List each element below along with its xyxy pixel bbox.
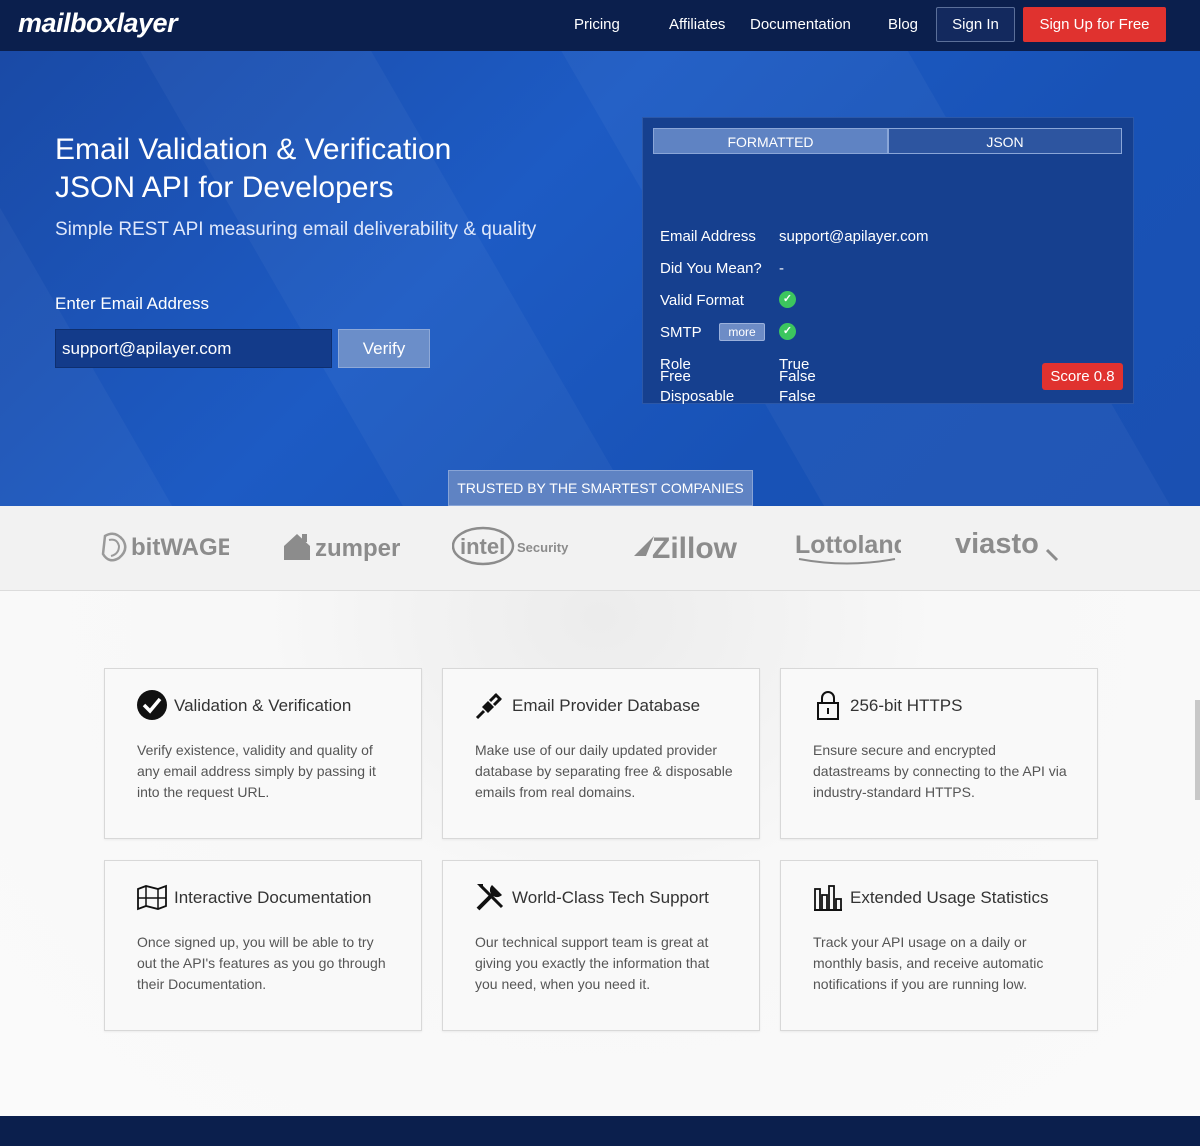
viasto-logo: viasto <box>955 526 1063 571</box>
feature-text: Ensure secure and encrypted datastreams … <box>813 742 1067 800</box>
logo[interactable]: mailboxlayer <box>18 8 178 39</box>
plug-icon <box>475 693 502 720</box>
feature-title: World-Class Tech Support <box>512 888 709 907</box>
nav-link-blog[interactable]: Blog <box>888 16 918 33</box>
feature-title: Email Provider Database <box>512 696 701 715</box>
footer <box>0 1116 1200 1146</box>
intel-security-logo: intel Security <box>451 524 582 573</box>
intel-text: intel <box>460 534 505 559</box>
result-label: Free <box>660 368 691 385</box>
tools-icon <box>476 883 504 911</box>
viasto-text: viasto <box>955 528 1039 560</box>
email-label: Enter Email Address <box>55 294 210 313</box>
feature-card: Email Provider Database Make use of our … <box>442 668 760 839</box>
feature-card: 256-bit HTTPS Ensure secure and encrypte… <box>780 668 1098 839</box>
nav-link-documentation[interactable]: Documentation <box>750 16 851 33</box>
check-circle-icon <box>137 690 167 720</box>
hero-title: Email Validation & Verification JSON API… <box>55 131 595 207</box>
nav-link-pricing[interactable]: Pricing <box>574 16 620 33</box>
feature-title: Validation & Verification <box>174 696 352 715</box>
feature-title: 256-bit HTTPS <box>850 696 963 715</box>
feature-card: Validation & Verification Verify existen… <box>104 668 422 839</box>
feature-text: Make use of our daily updated provider d… <box>475 742 733 800</box>
bar-chart-icon <box>814 885 842 911</box>
scrollbar[interactable] <box>1195 700 1200 800</box>
bitwage-logo: bitWAGE <box>101 530 234 567</box>
trusted-banner: TRUSTED BY THE SMARTEST COMPANIES <box>448 470 753 506</box>
feature-text: Once signed up, you will be able to try … <box>137 934 386 992</box>
feature-title: Extended Usage Statistics <box>850 888 1049 907</box>
result-panel-overlay <box>642 117 1134 404</box>
feature-text: Verify existence, validity and quality o… <box>137 742 376 800</box>
sign-in-button[interactable]: Sign In <box>936 7 1015 42</box>
email-input[interactable] <box>55 329 332 368</box>
security-text: Security <box>517 540 569 555</box>
zillow-logo: Zillow <box>632 528 744 569</box>
lock-icon <box>817 691 839 720</box>
bitwage-text: bitWAGE <box>131 534 229 561</box>
feature-title: Interactive Documentation <box>174 888 372 907</box>
sign-up-button[interactable]: Sign Up for Free <box>1023 7 1166 42</box>
score-badge: Score 0.8 <box>1042 363 1123 390</box>
feature-text: Track your API usage on a daily or month… <box>813 934 1044 992</box>
top-navbar: mailboxlayer Pricing Affiliates Document… <box>0 0 1200 51</box>
feature-text: Our technical support team is great at g… <box>475 934 710 992</box>
hero-title-line2: JSON API for Developers <box>55 171 394 204</box>
feature-card: World-Class Tech Support Our technical s… <box>442 860 760 1031</box>
verify-button[interactable]: Verify <box>338 329 430 368</box>
result-value: False <box>779 368 816 385</box>
zillow-text: Zillow <box>652 532 738 564</box>
lottoland-text: Lottoland <box>795 531 901 559</box>
feature-card: Interactive Documentation Once signed up… <box>104 860 422 1031</box>
hero-title-line1: Email Validation & Verification <box>55 133 452 166</box>
zumper-logo: zumper <box>282 530 404 567</box>
lottoland-logo: Lottoland <box>795 528 909 573</box>
nav-link-affiliates[interactable]: Affiliates <box>669 16 725 33</box>
feature-card: Extended Usage Statistics Track your API… <box>780 860 1098 1031</box>
hero-subtitle: Simple REST API measuring email delivera… <box>55 219 537 240</box>
company-logos: bitWAGE zumper intel Security Zillow Lot… <box>0 506 1200 591</box>
hero-section: Email Validation & Verification JSON API… <box>0 51 1200 506</box>
zumper-text: zumper <box>315 535 400 562</box>
map-icon <box>137 884 167 911</box>
